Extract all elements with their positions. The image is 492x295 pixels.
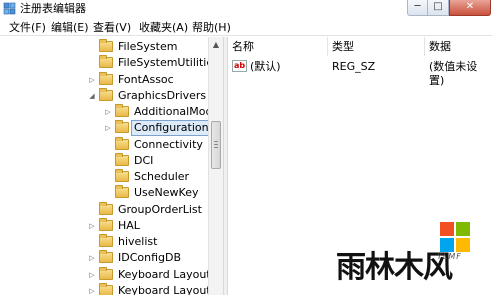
tree-node-label: UseNewKey	[134, 186, 199, 200]
logo-tile	[456, 238, 470, 252]
menu-file[interactable]: 文件(F)	[9, 21, 46, 34]
watermark-brand: 雨林木风	[336, 250, 453, 285]
folder-icon	[99, 266, 113, 280]
registry-app-icon	[3, 2, 16, 15]
column-header-data[interactable]: 数据	[425, 37, 492, 56]
expand-arrow-icon	[104, 157, 112, 165]
folder-icon	[115, 152, 129, 166]
value-name: (默认)	[250, 60, 281, 73]
tree-node-label: Configuration	[131, 120, 212, 137]
folder-icon	[99, 234, 113, 247]
string-value-icon: ab	[232, 60, 247, 72]
tree-node-label: GraphicsDrivers	[118, 88, 207, 102]
tree-node-label: Connectivity	[134, 137, 203, 151]
tree-node[interactable]: FileSystem	[0, 39, 208, 55]
close-button[interactable]: ✕	[449, 0, 491, 16]
expand-arrow-icon[interactable]: ▷	[88, 222, 96, 230]
folder-icon	[115, 120, 129, 134]
menu-view[interactable]: 查看(V)	[93, 21, 131, 34]
expand-arrow-icon	[104, 189, 112, 197]
expand-arrow-icon	[88, 59, 96, 67]
tree-node[interactable]: ▷ Keyboard Layouts	[0, 282, 216, 295]
expand-arrow-icon[interactable]: ▷	[88, 287, 96, 295]
menu-help[interactable]: 帮助(H)	[192, 21, 231, 34]
folder-icon	[99, 87, 113, 101]
folder-icon	[99, 71, 113, 85]
tree-node-label: IDConfigDB	[118, 251, 182, 265]
tree-node[interactable]: hivelist	[0, 234, 208, 250]
folder-icon	[115, 136, 129, 150]
folder-icon	[99, 55, 113, 69]
expand-arrow-icon[interactable]: ▷	[104, 124, 112, 132]
tree-node[interactable]: ▷ IDConfigDB	[0, 250, 208, 266]
maximize-button[interactable]: □	[428, 0, 449, 16]
folder-icon	[115, 169, 129, 182]
registry-editor-window: 注册表编辑器 ─ □ ✕ 文件(F) 编辑(E) 查看(V) 收藏夹(A) 帮助…	[0, 0, 492, 295]
expand-arrow-icon[interactable]: ▷	[104, 108, 112, 116]
scroll-up-arrow-icon[interactable]: ▲	[209, 37, 223, 53]
tree-node[interactable]: ▷ Keyboard Layout	[0, 266, 211, 283]
scrollbar-thumb[interactable]	[211, 121, 221, 169]
tree-node-label: FontAssoc	[118, 72, 174, 86]
menu-bar: 文件(F) 编辑(E) 查看(V) 收藏夹(A) 帮助(H)	[0, 18, 492, 36]
tree-node-label: AdditionalMode	[134, 105, 220, 118]
tree-node-label: FileSystemUtilities	[118, 56, 219, 70]
expand-arrow-icon	[88, 238, 96, 246]
tree-node[interactable]: UseNewKey	[0, 185, 208, 201]
logo-tile	[456, 222, 470, 236]
expand-arrow-icon[interactable]: ▷	[88, 271, 96, 279]
expand-arrow-icon	[104, 173, 112, 181]
expand-arrow-icon	[88, 43, 96, 51]
tree-node[interactable]: GroupOrderList	[0, 201, 208, 218]
tree-node-label: Keyboard Layouts	[118, 283, 217, 295]
menu-favorites[interactable]: 收藏夹(A)	[139, 21, 188, 34]
expand-arrow-icon	[104, 141, 112, 149]
tree-node[interactable]: ▷ AdditionalMode	[0, 104, 219, 120]
folder-icon	[99, 201, 113, 215]
folder-icon	[99, 282, 113, 295]
tree-node[interactable]: FileSystemUtilities	[0, 55, 219, 71]
tree-vertical-scrollbar[interactable]: ▲	[208, 37, 223, 295]
tree-node-label: HAL	[118, 218, 140, 232]
tree-node-label: Keyboard Layout	[118, 267, 211, 281]
folder-icon	[99, 217, 113, 231]
expand-arrow-icon	[88, 206, 96, 214]
value-type: REG_SZ	[332, 60, 376, 73]
tree-node[interactable]: Scheduler	[0, 169, 208, 185]
title-bar[interactable]: 注册表编辑器 ─ □ ✕	[0, 0, 492, 18]
menu-edit[interactable]: 编辑(E)	[51, 21, 89, 34]
minimize-button[interactable]: ─	[407, 0, 428, 16]
folder-icon	[115, 185, 129, 199]
value-data: (数值未设置)	[429, 60, 478, 87]
column-header-name[interactable]: 名称	[228, 37, 328, 56]
tree-node-label: GroupOrderList	[118, 202, 202, 216]
folder-icon	[99, 39, 113, 52]
registry-tree[interactable]: FileSystem FileSystemUtilities ▷ FontAssoc ◢…	[0, 37, 223, 295]
tree-node-label: Scheduler	[134, 170, 190, 183]
folder-icon	[99, 250, 113, 264]
tree-node[interactable]: ▷ HAL	[0, 217, 208, 234]
column-header-type[interactable]: 类型	[328, 37, 425, 56]
folder-icon	[115, 104, 129, 117]
tree-node-label: FileSystem	[118, 40, 178, 53]
logo-tile	[440, 222, 454, 236]
tree-node[interactable]: DCI	[0, 152, 208, 169]
tree-node-label: hivelist	[118, 235, 158, 248]
windows-logo-icon	[440, 222, 470, 252]
tree-node[interactable]: ◢ GraphicsDrivers	[0, 87, 208, 104]
collapse-arrow-icon[interactable]: ◢	[88, 92, 96, 100]
expand-arrow-icon[interactable]: ▷	[88, 254, 96, 262]
tree-node[interactable]: Connectivity	[0, 136, 208, 153]
watermark-subtitle: YLMF	[437, 252, 462, 261]
tree-node-label: DCI	[134, 153, 154, 167]
expand-arrow-icon[interactable]: ▷	[88, 76, 96, 84]
tree-node[interactable]: ▷ Configuration	[0, 120, 212, 137]
tree-node[interactable]: ▷ FontAssoc	[0, 71, 208, 88]
window-title: 注册表编辑器	[20, 2, 86, 15]
list-item[interactable]: ab (默认) REG_SZ (数值未设置)	[228, 58, 492, 87]
